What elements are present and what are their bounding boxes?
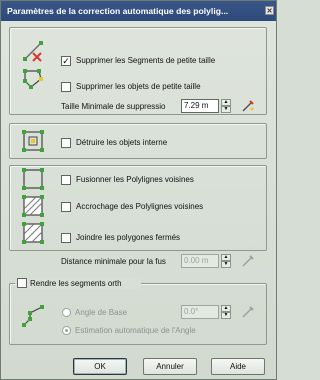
- close-button[interactable]: ✕: [265, 6, 274, 15]
- pick-distance-icon[interactable]: [241, 99, 255, 113]
- destroy-internal-checkbox[interactable]: [61, 138, 71, 148]
- merge-neighbors-checkbox[interactable]: [61, 175, 71, 185]
- min-distance-field[interactable]: 0.00 m: [181, 254, 219, 268]
- min-distance-label: Distance minimale pour la fus: [61, 257, 166, 266]
- merge-polylines-icon: [22, 168, 44, 190]
- internal-objects-icon: [22, 130, 44, 152]
- merge-neighbors-label: Fusionner les Polylignes voisines: [76, 175, 194, 184]
- join-closed-label: Joindre les polygones fermés: [76, 233, 181, 242]
- base-angle-field[interactable]: 0.0°: [181, 305, 219, 319]
- pick-angle-icon[interactable]: [241, 305, 255, 319]
- snap-neighbors-label: Accrochage des Polylignes voisines: [76, 202, 204, 211]
- object-delete-icon: [23, 69, 43, 89]
- ok-button[interactable]: OK: [73, 358, 127, 375]
- min-size-label: Taille Minimale de suppressio: [61, 102, 166, 111]
- title-bar: Paramètres de la correction automatique …: [1, 1, 276, 21]
- pick-distance-icon[interactable]: [241, 254, 255, 268]
- auto-angle-label: Estimation automatique de l'Angle: [75, 326, 196, 335]
- base-angle-spinner[interactable]: ▲ ▼: [221, 305, 231, 319]
- snap-polylines-icon: [22, 195, 44, 217]
- make-orthogonal-checkbox[interactable]: [17, 278, 27, 288]
- window-title: Paramètres de la correction automatique …: [7, 6, 229, 16]
- remove-small-objects-checkbox[interactable]: [61, 82, 71, 92]
- remove-small-segments-checkbox[interactable]: ✓: [61, 56, 71, 66]
- join-polygons-icon: [22, 222, 44, 244]
- min-distance-spinner[interactable]: ▲ ▼: [221, 254, 231, 268]
- min-size-field[interactable]: 7.29 m: [181, 99, 219, 113]
- base-angle-radio[interactable]: [62, 308, 71, 317]
- cancel-button[interactable]: Annuler: [143, 358, 197, 375]
- auto-angle-radio[interactable]: [62, 326, 71, 335]
- orthogonal-segments-icon: [22, 305, 44, 327]
- remove-small-objects-label: Supprimer les objets de petite taille: [76, 82, 201, 91]
- help-button[interactable]: Aide: [211, 358, 265, 375]
- base-angle-label: Angle de Base: [75, 308, 128, 317]
- join-closed-checkbox[interactable]: [61, 233, 71, 243]
- destroy-internal-label: Détruire les objets interne: [76, 138, 168, 147]
- segment-delete-icon: [23, 41, 43, 62]
- make-orthogonal-label: Rendre les segments orth: [30, 279, 122, 288]
- dialog-window: Paramètres de la correction automatique …: [0, 0, 277, 380]
- min-size-spinner[interactable]: ▲ ▼: [221, 99, 231, 113]
- remove-small-segments-label: Supprimer les Segments de petite taille: [76, 56, 216, 65]
- snap-neighbors-checkbox[interactable]: [61, 202, 71, 212]
